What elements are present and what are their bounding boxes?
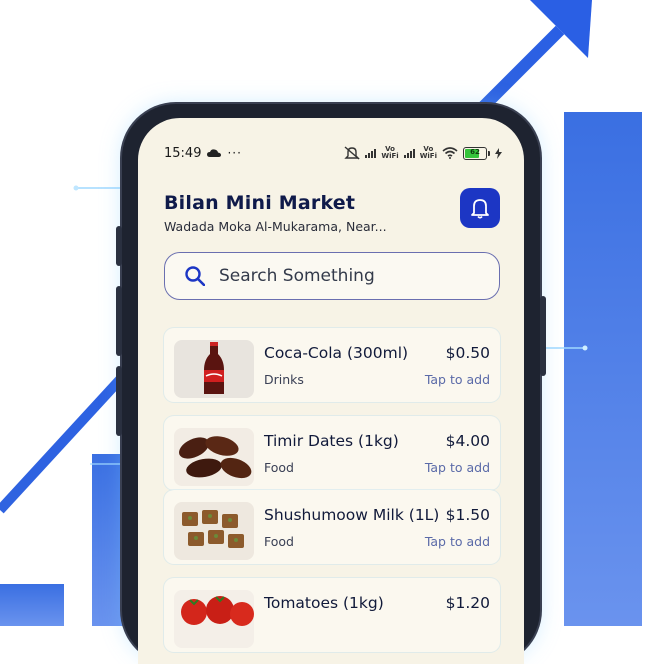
product-category: Food <box>264 460 294 475</box>
volte-wifi-icon: Vo WiFi <box>381 145 399 160</box>
product-category: Drinks <box>264 372 304 387</box>
store-header: Bilan Mini Market Wadada Moka Al-Mukaram… <box>164 188 500 234</box>
wifi-icon <box>442 147 458 159</box>
search-placeholder: Search Something <box>219 266 375 286</box>
product-name: Shushumoow Milk (1L) <box>264 506 440 524</box>
search-icon <box>185 266 205 286</box>
signal-icon <box>403 148 415 158</box>
phone-power-button <box>540 296 546 376</box>
product-category: Food <box>264 534 294 549</box>
product-item[interactable]: Timir Dates (1kg) $4.00 Food Tap to add <box>164 416 500 490</box>
product-image-dates <box>174 428 254 486</box>
cloud-icon <box>207 148 222 157</box>
signal-icon <box>365 148 377 158</box>
app-screen: 15:49 ··· Vo WiFi Vo WiFi 62 Bilan Mini Ma <box>138 118 524 664</box>
product-price: $1.20 <box>445 594 490 612</box>
phone-side-button <box>116 366 122 436</box>
battery-level: 62 <box>470 147 480 156</box>
volte-wifi-icon: Vo WiFi <box>419 145 437 160</box>
product-item[interactable]: Shushumoow Milk (1L) $1.50 Food Tap to a… <box>164 490 500 564</box>
tap-to-add-link[interactable]: Tap to add <box>425 372 490 387</box>
product-name: Timir Dates (1kg) <box>264 432 399 450</box>
store-title: Bilan Mini Market <box>164 192 356 214</box>
status-bar: 15:49 ··· Vo WiFi Vo WiFi 62 <box>164 144 502 162</box>
phone-side-button <box>116 226 122 266</box>
phone-mockup: 15:49 ··· Vo WiFi Vo WiFi 62 Bilan Mini Ma <box>116 104 546 664</box>
tap-to-add-link[interactable]: Tap to add <box>425 460 490 475</box>
product-name: Tomatoes (1kg) <box>264 594 384 612</box>
product-image-coca-cola <box>174 340 254 398</box>
bell-icon <box>471 199 489 219</box>
notifications-button[interactable] <box>460 188 500 228</box>
product-item[interactable]: Coca-Cola (300ml) $0.50 Drinks Tap to ad… <box>164 328 500 402</box>
product-image-milk <box>174 502 254 560</box>
battery-icon: 62 <box>463 146 490 160</box>
charging-icon <box>495 147 502 159</box>
product-item[interactable]: Tomatoes (1kg) $1.20 <box>164 578 500 652</box>
more-dots-icon: ··· <box>227 146 242 160</box>
status-time: 15:49 <box>164 145 202 161</box>
mute-icon <box>344 146 361 160</box>
product-price: $4.00 <box>445 432 490 450</box>
search-input[interactable]: Search Something <box>164 252 500 300</box>
product-image-tomatoes <box>174 590 254 648</box>
phone-side-button <box>116 286 122 356</box>
store-address: Wadada Moka Al-Mukarama, Near... <box>164 219 387 234</box>
product-name: Coca-Cola (300ml) <box>264 344 409 362</box>
product-price: $1.50 <box>445 506 490 524</box>
tap-to-add-link[interactable]: Tap to add <box>425 534 490 549</box>
product-price: $0.50 <box>445 344 490 362</box>
